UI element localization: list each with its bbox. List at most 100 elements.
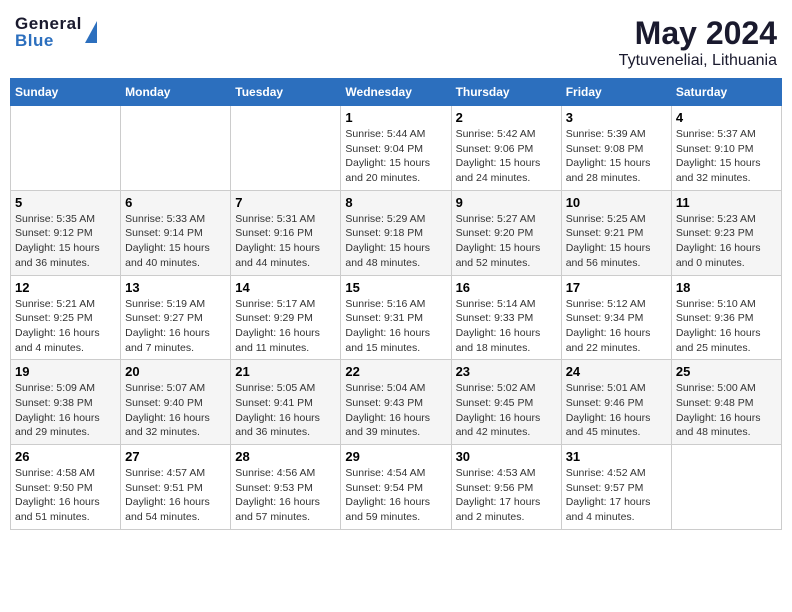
days-of-week-row: SundayMondayTuesdayWednesdayThursdayFrid…	[11, 79, 782, 106]
calendar-week-row: 19 Sunrise: 5:09 AMSunset: 9:38 PMDayligh…	[11, 360, 782, 445]
day-of-week-header: Thursday	[451, 79, 561, 106]
day-number: 5	[15, 195, 116, 210]
day-detail: Sunrise: 5:44 AMSunset: 9:04 PMDaylight:…	[345, 127, 446, 186]
day-detail: Sunrise: 5:00 AMSunset: 9:48 PMDaylight:…	[676, 381, 777, 440]
empty-calendar-cell	[11, 106, 121, 191]
day-detail: Sunrise: 5:37 AMSunset: 9:10 PMDaylight:…	[676, 127, 777, 186]
calendar-week-row: 12Sunrise: 5:21 AMSunset: 9:25 PMDayligh…	[11, 275, 782, 360]
calendar-table: SundayMondayTuesdayWednesdayThursdayFrid…	[10, 78, 782, 530]
calendar-week-row: 26Sunrise: 4:58 AMSunset: 9:50 PMDayligh…	[11, 445, 782, 530]
calendar-day-cell: 31 Sunrise: 4:52 AMSunset: 9:57 PMDayligh…	[561, 445, 671, 530]
day-number: 23	[456, 364, 557, 379]
day-number: 10	[566, 195, 667, 210]
day-detail: Sunrise: 5:27 AMSunset: 9:20 PMDaylight:…	[456, 212, 557, 271]
day-detail: Sunrise: 5:02 AMSunset: 9:45 PMDaylight:…	[456, 381, 557, 440]
logo-triangle-icon	[85, 21, 97, 43]
day-detail: Sunrise: 5:09 AMSunset: 9:38 PMDaylight:…	[15, 381, 116, 440]
day-detail: Sunrise: 5:29 AMSunset: 9:18 PMDaylight:…	[345, 212, 446, 271]
calendar-day-cell: 18Sunrise: 5:10 AMSunset: 9:36 PMDayligh…	[671, 275, 781, 360]
calendar-day-cell: 6 Sunrise: 5:33 AMSunset: 9:14 PMDaylight…	[121, 190, 231, 275]
day-number: 18	[676, 280, 777, 295]
day-detail: Sunrise: 5:23 AMSunset: 9:23 PMDaylight:…	[676, 212, 777, 271]
calendar-day-cell: 22 Sunrise: 5:04 AMSunset: 9:43 PMDayligh…	[341, 360, 451, 445]
day-number: 16	[456, 280, 557, 295]
day-number: 29	[345, 449, 446, 464]
empty-calendar-cell	[231, 106, 341, 191]
calendar-day-cell: 3 Sunrise: 5:39 AMSunset: 9:08 PMDaylight…	[561, 106, 671, 191]
logo-line1: General	[15, 15, 82, 32]
day-detail: Sunrise: 4:57 AMSunset: 9:51 PMDaylight:…	[125, 466, 226, 525]
calendar-week-row: 1 Sunrise: 5:44 AMSunset: 9:04 PMDaylight…	[11, 106, 782, 191]
calendar-day-cell: 4 Sunrise: 5:37 AMSunset: 9:10 PMDaylight…	[671, 106, 781, 191]
day-detail: Sunrise: 5:35 AMSunset: 9:12 PMDaylight:…	[15, 212, 116, 271]
day-number: 22	[345, 364, 446, 379]
calendar-day-cell: 8Sunrise: 5:29 AMSunset: 9:18 PMDaylight…	[341, 190, 451, 275]
day-detail: Sunrise: 5:04 AMSunset: 9:43 PMDaylight:…	[345, 381, 446, 440]
day-detail: Sunrise: 5:07 AMSunset: 9:40 PMDaylight:…	[125, 381, 226, 440]
day-detail: Sunrise: 5:33 AMSunset: 9:14 PMDaylight:…	[125, 212, 226, 271]
logo-line2: Blue	[15, 32, 82, 49]
day-number: 12	[15, 280, 116, 295]
day-number: 3	[566, 110, 667, 125]
calendar-body: 1 Sunrise: 5:44 AMSunset: 9:04 PMDaylight…	[11, 106, 782, 530]
day-detail: Sunrise: 5:25 AMSunset: 9:21 PMDaylight:…	[566, 212, 667, 271]
empty-calendar-cell	[671, 445, 781, 530]
day-number: 31	[566, 449, 667, 464]
day-number: 4	[676, 110, 777, 125]
main-title: May 2024	[619, 15, 777, 52]
day-number: 19	[15, 364, 116, 379]
calendar-day-cell: 9Sunrise: 5:27 AMSunset: 9:20 PMDaylight…	[451, 190, 561, 275]
calendar-day-cell: 11Sunrise: 5:23 AMSunset: 9:23 PMDayligh…	[671, 190, 781, 275]
calendar-day-cell: 24Sunrise: 5:01 AMSunset: 9:46 PMDayligh…	[561, 360, 671, 445]
day-of-week-header: Monday	[121, 79, 231, 106]
calendar-day-cell: 19 Sunrise: 5:09 AMSunset: 9:38 PMDayligh…	[11, 360, 121, 445]
logo-text: General Blue	[15, 15, 82, 49]
day-number: 2	[456, 110, 557, 125]
empty-calendar-cell	[121, 106, 231, 191]
calendar-day-cell: 1 Sunrise: 5:44 AMSunset: 9:04 PMDaylight…	[341, 106, 451, 191]
calendar-day-cell: 25 Sunrise: 5:00 AMSunset: 9:48 PMDayligh…	[671, 360, 781, 445]
day-number: 1	[345, 110, 446, 125]
calendar-day-cell: 26Sunrise: 4:58 AMSunset: 9:50 PMDayligh…	[11, 445, 121, 530]
calendar-day-cell: 14 Sunrise: 5:17 AMSunset: 9:29 PMDayligh…	[231, 275, 341, 360]
day-detail: Sunrise: 4:52 AMSunset: 9:57 PMDaylight:…	[566, 466, 667, 525]
day-detail: Sunrise: 5:42 AMSunset: 9:06 PMDaylight:…	[456, 127, 557, 186]
calendar-day-cell: 20 Sunrise: 5:07 AMSunset: 9:40 PMDayligh…	[121, 360, 231, 445]
day-detail: Sunrise: 4:54 AMSunset: 9:54 PMDaylight:…	[345, 466, 446, 525]
calendar-day-cell: 12Sunrise: 5:21 AMSunset: 9:25 PMDayligh…	[11, 275, 121, 360]
calendar-day-cell: 28Sunrise: 4:56 AMSunset: 9:53 PMDayligh…	[231, 445, 341, 530]
day-number: 6	[125, 195, 226, 210]
day-detail: Sunrise: 5:39 AMSunset: 9:08 PMDaylight:…	[566, 127, 667, 186]
day-number: 20	[125, 364, 226, 379]
day-number: 15	[345, 280, 446, 295]
day-of-week-header: Sunday	[11, 79, 121, 106]
day-of-week-header: Saturday	[671, 79, 781, 106]
calendar-day-cell: 10 Sunrise: 5:25 AMSunset: 9:21 PMDayligh…	[561, 190, 671, 275]
calendar-day-cell: 27Sunrise: 4:57 AMSunset: 9:51 PMDayligh…	[121, 445, 231, 530]
calendar-day-cell: 23 Sunrise: 5:02 AMSunset: 9:45 PMDayligh…	[451, 360, 561, 445]
day-number: 30	[456, 449, 557, 464]
day-number: 24	[566, 364, 667, 379]
day-number: 28	[235, 449, 336, 464]
title-area: May 2024 Tytuveneliai, Lithuania	[619, 15, 777, 70]
calendar-week-row: 5 Sunrise: 5:35 AMSunset: 9:12 PMDaylight…	[11, 190, 782, 275]
calendar-day-cell: 13Sunrise: 5:19 AMSunset: 9:27 PMDayligh…	[121, 275, 231, 360]
calendar-day-cell: 30Sunrise: 4:53 AMSunset: 9:56 PMDayligh…	[451, 445, 561, 530]
day-of-week-header: Friday	[561, 79, 671, 106]
day-number: 13	[125, 280, 226, 295]
day-number: 7	[235, 195, 336, 210]
calendar-day-cell: 7Sunrise: 5:31 AMSunset: 9:16 PMDaylight…	[231, 190, 341, 275]
day-of-week-header: Tuesday	[231, 79, 341, 106]
day-number: 25	[676, 364, 777, 379]
day-number: 14	[235, 280, 336, 295]
calendar-day-cell: 21Sunrise: 5:05 AMSunset: 9:41 PMDayligh…	[231, 360, 341, 445]
calendar-header: SundayMondayTuesdayWednesdayThursdayFrid…	[11, 79, 782, 106]
day-of-week-header: Wednesday	[341, 79, 451, 106]
day-number: 26	[15, 449, 116, 464]
day-detail: Sunrise: 5:17 AMSunset: 9:29 PMDaylight:…	[235, 297, 336, 356]
calendar-day-cell: 16Sunrise: 5:14 AMSunset: 9:33 PMDayligh…	[451, 275, 561, 360]
header: General Blue May 2024 Tytuveneliai, Lith…	[10, 10, 782, 70]
calendar-day-cell: 5 Sunrise: 5:35 AMSunset: 9:12 PMDaylight…	[11, 190, 121, 275]
logo: General Blue	[15, 15, 97, 49]
calendar-day-cell: 2 Sunrise: 5:42 AMSunset: 9:06 PMDaylight…	[451, 106, 561, 191]
